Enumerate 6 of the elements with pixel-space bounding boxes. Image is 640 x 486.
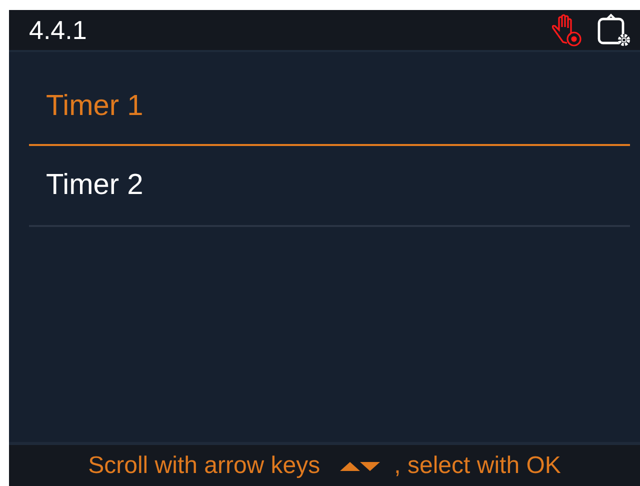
hint-text: Scroll with arrow keys xyxy=(88,452,320,480)
hint-text: , select with OK xyxy=(394,452,561,480)
list-item[interactable]: Timer 2 xyxy=(29,146,630,227)
list-item[interactable]: Timer 1 xyxy=(29,68,630,146)
screen-title: 4.4.1 xyxy=(29,14,87,46)
up-down-arrows-icon xyxy=(340,460,380,472)
